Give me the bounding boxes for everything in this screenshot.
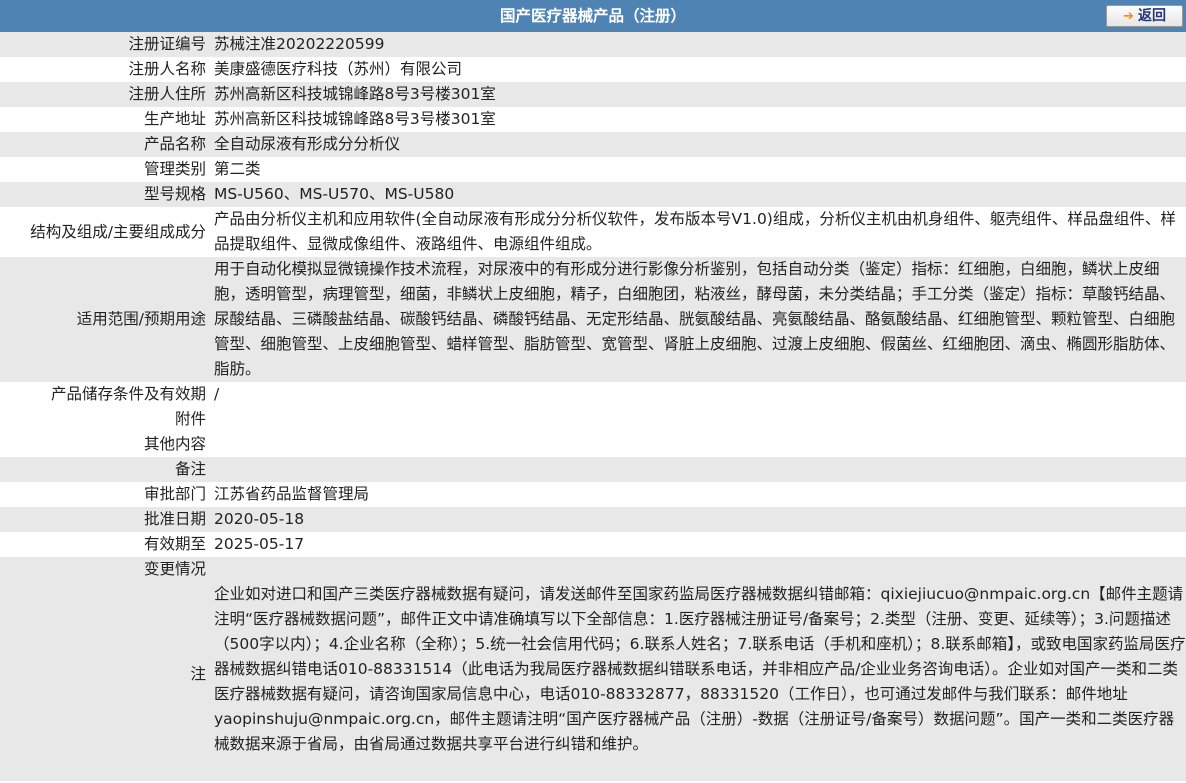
table-row: 注册证编号 苏械注准20202220599 <box>0 32 1186 57</box>
page-header: 国产医疗器械产品（注册） ➔ 返回 <box>0 0 1186 32</box>
field-label: 生产地址 <box>0 107 208 132</box>
table-row: 产品储存条件及有效期 / <box>0 382 1186 407</box>
field-value: 苏械注准20202220599 <box>208 32 1186 57</box>
field-value: 全自动尿液有形成分分析仪 <box>208 132 1186 157</box>
table-row: 其他内容 <box>0 432 1186 457</box>
table-row: 审批部门 江苏省药品监督管理局 <box>0 482 1186 507</box>
field-label: 有效期至 <box>0 532 208 557</box>
field-label: 变更情况 注 <box>0 557 208 781</box>
change-label: 变更情况 <box>143 560 206 578</box>
field-label: 管理类别 <box>0 157 208 182</box>
field-label: 产品储存条件及有效期 <box>0 382 208 407</box>
field-value: MS-U560、MS-U570、MS-U580 <box>208 182 1186 207</box>
note-cell: 企业如对进口和国产三类医疗器械数据有疑问，请发送邮件至国家药监局医疗器械数据纠错… <box>208 557 1186 781</box>
back-label: 返回 <box>1137 8 1166 24</box>
table-row: 有效期至 2025-05-17 <box>0 532 1186 557</box>
field-label: 其他内容 <box>0 432 208 457</box>
field-label: 型号规格 <box>0 182 208 207</box>
field-value: 江苏省药品监督管理局 <box>208 482 1186 507</box>
field-value: 苏州高新区科技城锦峰路8号3号楼301室 <box>208 107 1186 132</box>
field-value: 2025-05-17 <box>208 532 1186 557</box>
note-text: 企业如对进口和国产三类医疗器械数据有疑问，请发送邮件至国家药监局医疗器械数据纠错… <box>214 585 1186 753</box>
field-value: 美康盛德医疗科技（苏州）有限公司 <box>208 57 1186 82</box>
field-value: 苏州高新区科技城锦峰路8号3号楼301室 <box>208 82 1186 107</box>
table-row: 备注 <box>0 457 1186 482</box>
arrow-right-icon: ➔ <box>1123 9 1134 24</box>
field-label: 批准日期 <box>0 507 208 532</box>
table-row: 产品名称 全自动尿液有形成分分析仪 <box>0 132 1186 157</box>
table-row: 型号规格 MS-U560、MS-U570、MS-U580 <box>0 182 1186 207</box>
table-row: 注册人名称 美康盛德医疗科技（苏州）有限公司 <box>0 57 1186 82</box>
field-label: 备注 <box>0 457 208 482</box>
table-row: 注册人住所 苏州高新区科技城锦峰路8号3号楼301室 <box>0 82 1186 107</box>
table-row: 生产地址 苏州高新区科技城锦峰路8号3号楼301室 <box>0 107 1186 132</box>
page-title: 国产医疗器械产品（注册） <box>499 7 686 25</box>
field-label: 注册人名称 <box>0 57 208 82</box>
field-value: 第二类 <box>208 157 1186 182</box>
field-label: 结构及组成/主要组成成分 <box>0 207 208 257</box>
note-label: 注 <box>190 665 206 683</box>
field-value: 用于自动化模拟显微镜操作技术流程，对尿液中的有形成分进行影像分析鉴别，包括自动分… <box>208 257 1186 382</box>
field-label: 适用范围/预期用途 <box>0 257 208 382</box>
registration-detail-table: 注册证编号 苏械注准20202220599 注册人名称 美康盛德医疗科技（苏州）… <box>0 32 1186 781</box>
field-label: 注册人住所 <box>0 82 208 107</box>
table-row: 附件 <box>0 407 1186 432</box>
field-value: / <box>208 382 1186 407</box>
field-label: 审批部门 <box>0 482 208 507</box>
table-row: 批准日期 2020-05-18 <box>0 507 1186 532</box>
table-row: 管理类别 第二类 <box>0 157 1186 182</box>
field-label: 附件 <box>0 407 208 432</box>
field-value <box>208 407 1186 432</box>
note-row: 变更情况 注 企业如对进口和国产三类医疗器械数据有疑问，请发送邮件至国家药监局医… <box>0 557 1186 781</box>
table-row: 适用范围/预期用途 用于自动化模拟显微镜操作技术流程，对尿液中的有形成分进行影像… <box>0 257 1186 382</box>
field-label: 注册证编号 <box>0 32 208 57</box>
field-value <box>208 457 1186 482</box>
field-label: 产品名称 <box>0 132 208 157</box>
field-value: 产品由分析仪主机和应用软件(全自动尿液有形成分分析仪软件，发布版本号V1.0)组… <box>208 207 1186 257</box>
back-button[interactable]: ➔ 返回 <box>1106 5 1183 27</box>
table-row: 结构及组成/主要组成成分 产品由分析仪主机和应用软件(全自动尿液有形成分分析仪软… <box>0 207 1186 257</box>
field-value: 2020-05-18 <box>208 507 1186 532</box>
field-value <box>208 432 1186 457</box>
